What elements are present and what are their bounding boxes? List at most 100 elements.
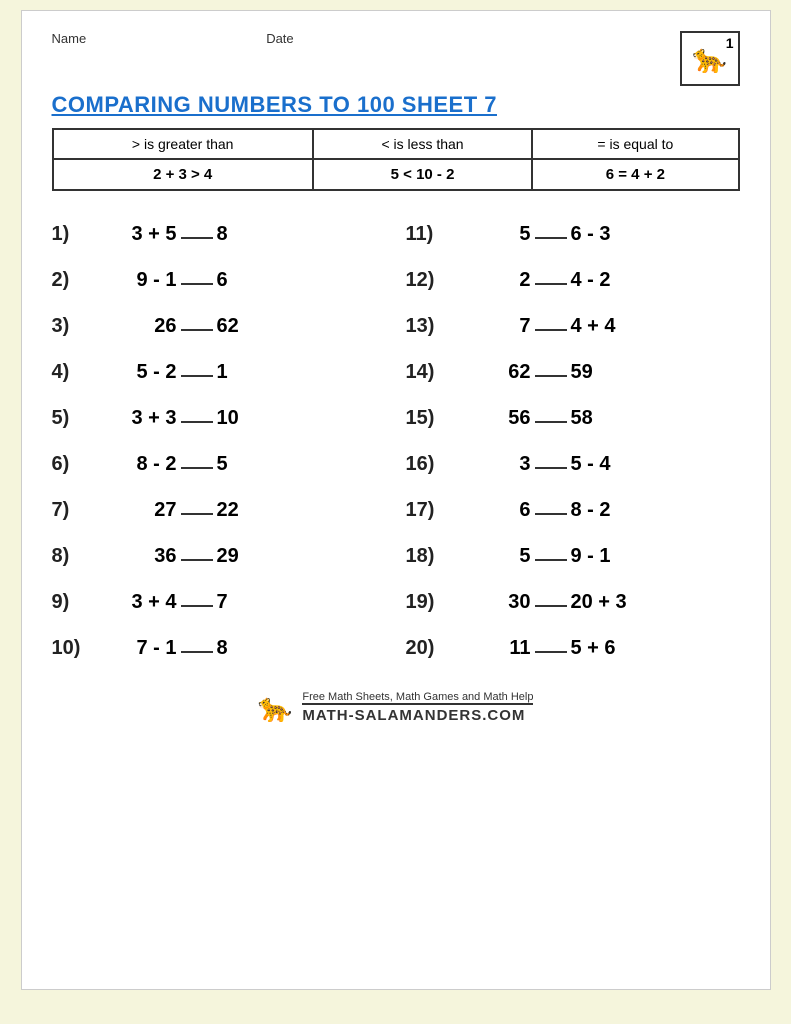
date-label: Date bbox=[266, 31, 293, 46]
footer-tagline: Free Math Sheets, Math Games and Math He… bbox=[302, 691, 533, 703]
problem-blank bbox=[177, 221, 217, 247]
footer-site: MATH-SALAMANDERS.COM bbox=[302, 707, 533, 724]
page-title: COMPARING NUMBERS TO 100 SHEET 7 bbox=[52, 92, 740, 118]
right-column: 11) 5 6 - 3 12) 2 4 - 2 13) 7 4 + 4 14) … bbox=[396, 211, 740, 671]
problem-number: 17) bbox=[406, 499, 451, 522]
problem-left: 26 bbox=[97, 315, 177, 338]
problem-blank bbox=[531, 405, 571, 431]
problem-left: 8 - 2 bbox=[97, 453, 177, 476]
problem-blank bbox=[177, 451, 217, 477]
problem-blank bbox=[177, 497, 217, 523]
problem-row: 10) 7 - 1 8 bbox=[52, 625, 376, 671]
footer-logo-icon: 🐆 bbox=[258, 691, 293, 724]
problem-right: 59 bbox=[571, 361, 651, 384]
problem-right: 1 bbox=[217, 361, 297, 384]
problem-right: 4 + 4 bbox=[571, 315, 651, 338]
top-bar: Name Date 1 🐆 bbox=[52, 31, 740, 86]
problem-right: 8 bbox=[217, 223, 297, 246]
problem-left: 3 + 4 bbox=[97, 591, 177, 614]
left-column: 1) 3 + 5 8 2) 9 - 1 6 3) 26 62 4) 5 - 2 … bbox=[52, 211, 396, 671]
problem-row: 4) 5 - 2 1 bbox=[52, 349, 376, 395]
problem-right: 58 bbox=[571, 407, 651, 430]
problem-number: 15) bbox=[406, 407, 451, 430]
problem-left: 5 bbox=[451, 545, 531, 568]
problem-right: 9 - 1 bbox=[571, 545, 651, 568]
problem-blank bbox=[177, 589, 217, 615]
logo-number: 1 bbox=[726, 35, 734, 51]
problem-left: 9 - 1 bbox=[97, 269, 177, 292]
problem-row: 6) 8 - 2 5 bbox=[52, 441, 376, 487]
problem-number: 10) bbox=[52, 637, 97, 660]
worksheet-page: Name Date 1 🐆 COMPARING NUMBERS TO 100 S… bbox=[21, 10, 771, 990]
problem-row: 13) 7 4 + 4 bbox=[406, 303, 740, 349]
problem-left: 27 bbox=[97, 499, 177, 522]
name-date: Name Date bbox=[52, 31, 294, 46]
problem-left: 30 bbox=[451, 591, 531, 614]
footer-info: Free Math Sheets, Math Games and Math He… bbox=[302, 691, 533, 724]
footer: 🐆 Free Math Sheets, Math Games and Math … bbox=[52, 691, 740, 724]
problem-number: 1) bbox=[52, 223, 97, 246]
problem-right: 5 + 6 bbox=[571, 637, 651, 660]
problem-blank bbox=[531, 313, 571, 339]
problem-row: 18) 5 9 - 1 bbox=[406, 533, 740, 579]
problem-blank bbox=[531, 589, 571, 615]
problem-row: 7) 27 22 bbox=[52, 487, 376, 533]
problem-left: 11 bbox=[451, 637, 531, 660]
problem-row: 12) 2 4 - 2 bbox=[406, 257, 740, 303]
name-label: Name bbox=[52, 31, 87, 46]
problem-right: 8 bbox=[217, 637, 297, 660]
problem-row: 11) 5 6 - 3 bbox=[406, 211, 740, 257]
problem-left: 3 bbox=[451, 453, 531, 476]
problem-blank bbox=[177, 359, 217, 385]
problem-blank bbox=[531, 635, 571, 661]
problem-row: 2) 9 - 1 6 bbox=[52, 257, 376, 303]
problem-row: 3) 26 62 bbox=[52, 303, 376, 349]
problem-left: 6 bbox=[451, 499, 531, 522]
problem-blank bbox=[531, 359, 571, 385]
problem-row: 17) 6 8 - 2 bbox=[406, 487, 740, 533]
problem-blank bbox=[177, 405, 217, 431]
problem-row: 8) 36 29 bbox=[52, 533, 376, 579]
problem-number: 9) bbox=[52, 591, 97, 614]
problem-right: 6 - 3 bbox=[571, 223, 651, 246]
problem-blank bbox=[531, 543, 571, 569]
problem-right: 4 - 2 bbox=[571, 269, 651, 292]
problem-number: 16) bbox=[406, 453, 451, 476]
problem-blank bbox=[177, 635, 217, 661]
problem-blank bbox=[531, 497, 571, 523]
problem-number: 4) bbox=[52, 361, 97, 384]
problems-section: 1) 3 + 5 8 2) 9 - 1 6 3) 26 62 4) 5 - 2 … bbox=[52, 211, 740, 671]
example-less: 5 < 10 - 2 bbox=[313, 159, 532, 190]
problem-blank bbox=[531, 451, 571, 477]
problem-row: 19) 30 20 + 3 bbox=[406, 579, 740, 625]
header-equal: = is equal to bbox=[532, 129, 738, 159]
problem-number: 20) bbox=[406, 637, 451, 660]
header-greater: > is greater than bbox=[53, 129, 313, 159]
problem-row: 1) 3 + 5 8 bbox=[52, 211, 376, 257]
example-greater: 2 + 3 > 4 bbox=[53, 159, 313, 190]
problem-number: 6) bbox=[52, 453, 97, 476]
problem-right: 7 bbox=[217, 591, 297, 614]
problem-number: 18) bbox=[406, 545, 451, 568]
problem-right: 10 bbox=[217, 407, 297, 430]
problem-number: 8) bbox=[52, 545, 97, 568]
problem-left: 7 bbox=[451, 315, 531, 338]
problem-number: 3) bbox=[52, 315, 97, 338]
problem-number: 5) bbox=[52, 407, 97, 430]
problem-blank bbox=[531, 221, 571, 247]
problem-right: 5 - 4 bbox=[571, 453, 651, 476]
problem-number: 11) bbox=[406, 223, 451, 246]
problem-left: 56 bbox=[451, 407, 531, 430]
problem-row: 9) 3 + 4 7 bbox=[52, 579, 376, 625]
problem-left: 3 + 3 bbox=[97, 407, 177, 430]
problem-row: 15) 56 58 bbox=[406, 395, 740, 441]
problem-row: 16) 3 5 - 4 bbox=[406, 441, 740, 487]
problem-row: 14) 62 59 bbox=[406, 349, 740, 395]
problem-blank bbox=[531, 267, 571, 293]
problem-number: 2) bbox=[52, 269, 97, 292]
problem-left: 5 bbox=[451, 223, 531, 246]
problem-left: 3 + 5 bbox=[97, 223, 177, 246]
problem-number: 7) bbox=[52, 499, 97, 522]
reference-table: > is greater than < is less than = is eq… bbox=[52, 128, 740, 191]
problem-number: 19) bbox=[406, 591, 451, 614]
